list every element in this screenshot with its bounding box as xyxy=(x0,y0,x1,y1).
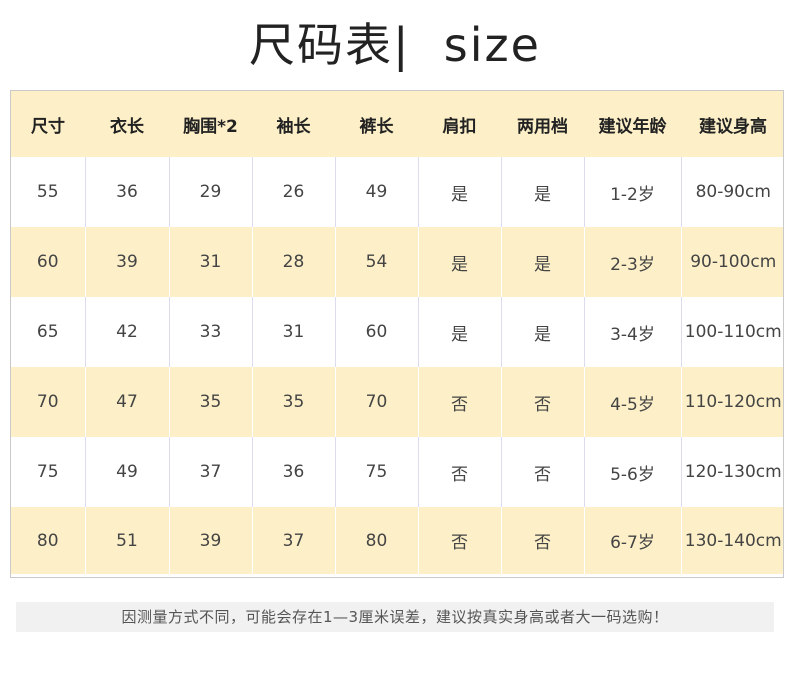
table-cell: 5-6岁 xyxy=(583,437,681,507)
table-cell: 54 xyxy=(365,252,388,272)
header-sleeve: 袖长 xyxy=(276,116,311,137)
header-age: 建议年龄 xyxy=(598,116,667,137)
table-cell: 是 xyxy=(500,157,584,227)
table-cell: 31 xyxy=(199,252,222,272)
table-row: 80 51 39 37 80 否 否 6-7岁 130-140cm xyxy=(11,507,783,574)
table-cell: 100-110cm xyxy=(680,297,783,367)
table-cell: 6-7岁 xyxy=(610,533,655,553)
table-cell: 42 xyxy=(84,297,169,367)
size-table: 尺寸 衣长 胸围*2 袖长 裤长 肩扣 两用档 建议年龄 建议身高 55 36 … xyxy=(11,91,783,574)
table-cell: 70 xyxy=(36,392,59,412)
header-chest: 胸围*2 xyxy=(183,116,238,137)
table-cell: 49 xyxy=(84,437,169,507)
header-dual-crotch: 两用档 xyxy=(517,116,568,137)
table-cell: 26 xyxy=(251,157,335,227)
table-cell: 否 xyxy=(500,437,584,507)
table-cell: 37 xyxy=(282,530,305,551)
table-cell: 80-90cm xyxy=(680,157,783,227)
table-cell: 47 xyxy=(116,392,138,412)
header-pants: 裤长 xyxy=(359,116,394,137)
table-cell: 33 xyxy=(168,297,252,367)
table-cell: 80 xyxy=(36,530,59,551)
header-height: 建议身高 xyxy=(699,116,767,137)
table-cell: 49 xyxy=(334,157,418,227)
table-row: 55 36 29 26 49 是 是 1-2岁 80-90cm xyxy=(11,157,783,227)
table-cell: 36 xyxy=(84,157,169,227)
table-cell: 39 xyxy=(199,530,222,551)
table-cell: 120-130cm xyxy=(680,437,783,507)
table-row: 60 39 31 28 54 是 是 2-3岁 90-100cm xyxy=(11,227,783,297)
table-cell: 2-3岁 xyxy=(610,254,655,275)
table-cell: 39 xyxy=(116,252,138,272)
table-cell: 31 xyxy=(251,297,335,367)
table-cell: 55 xyxy=(36,182,59,202)
table-cell: 60 xyxy=(334,297,418,367)
table-cell: 否 xyxy=(417,437,501,507)
table-cell: 28 xyxy=(282,252,305,272)
table-cell: 是 xyxy=(417,157,501,227)
table-cell: 110-120cm xyxy=(684,392,782,412)
table-cell: 75 xyxy=(334,437,418,507)
table-cell: 130-140cm xyxy=(684,530,782,551)
table-row: 70 47 35 35 70 否 否 4-5岁 110-120cm xyxy=(11,367,783,437)
table-cell: 否 xyxy=(534,533,551,553)
table-cell: 35 xyxy=(199,392,222,412)
table-cell: 35 xyxy=(282,392,305,412)
header-length: 衣长 xyxy=(110,116,144,137)
table-row: 75 49 37 36 75 否 否 5-6岁 120-130cm xyxy=(11,437,783,507)
header-shoulder-button: 肩扣 xyxy=(442,116,477,137)
header-size: 尺寸 xyxy=(31,116,65,137)
table-cell: 否 xyxy=(451,533,468,553)
size-chart-table: 尺寸 衣长 胸围*2 袖长 裤长 肩扣 两用档 建议年龄 建议身高 55 36 … xyxy=(10,90,784,578)
table-cell: 29 xyxy=(168,157,252,227)
table-cell: 是 xyxy=(417,297,501,367)
table-cell: 80 xyxy=(365,530,388,551)
table-cell: 65 xyxy=(36,322,59,342)
table-header-row: 尺寸 衣长 胸围*2 袖长 裤长 肩扣 两用档 建议年龄 建议身高 xyxy=(11,91,783,157)
table-cell: 是 xyxy=(500,297,584,367)
table-cell: 37 xyxy=(168,437,252,507)
table-cell: 70 xyxy=(365,392,388,412)
table-cell: 否 xyxy=(451,394,468,415)
table-cell: 是 xyxy=(451,254,468,275)
table-cell: 是 xyxy=(534,254,551,275)
table-cell: 75 xyxy=(36,462,59,482)
table-cell: 否 xyxy=(534,394,551,415)
table-cell: 60 xyxy=(36,252,59,272)
measurement-note: 因测量方式不同，可能会存在1—3厘米误差，建议按真实身高或者大一码选购！ xyxy=(16,602,774,632)
table-cell: 1-2岁 xyxy=(583,157,681,227)
page-title: 尺码表| size xyxy=(249,18,541,72)
table-cell: 51 xyxy=(116,530,138,551)
table-row: 65 42 33 31 60 是 是 3-4岁 100-110cm xyxy=(11,297,783,367)
table-cell: 90-100cm xyxy=(690,252,777,272)
table-cell: 4-5岁 xyxy=(610,394,655,415)
table-cell: 36 xyxy=(251,437,335,507)
table-cell: 3-4岁 xyxy=(583,297,681,367)
